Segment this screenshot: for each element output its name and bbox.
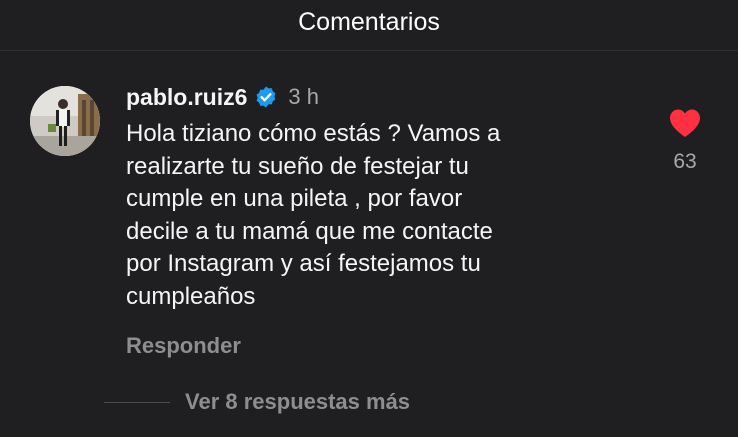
view-replies-button[interactable]: Ver 8 respuestas más	[185, 389, 410, 415]
like-control: 63	[660, 108, 710, 174]
replies-divider	[104, 401, 170, 403]
username[interactable]: pablo.ruiz6	[126, 84, 247, 111]
comment-text: Hola tiziano cómo estás ? Vamos a realiz…	[126, 120, 501, 310]
comment-time: 3 h	[288, 84, 319, 109]
verified-badge-icon	[257, 86, 276, 108]
header: Comentarios	[0, 0, 738, 51]
heart-icon[interactable]	[668, 108, 702, 138]
avatar[interactable]	[30, 86, 100, 156]
reply-button[interactable]: Responder	[126, 333, 241, 359]
comment-meta: pablo.ruiz6 3 h	[126, 82, 319, 112]
page-title: Comentarios	[298, 8, 440, 36]
view-replies[interactable]: Ver 8 respuestas más	[104, 387, 410, 417]
avatar-photo	[30, 86, 100, 156]
like-count: 63	[673, 150, 697, 173]
